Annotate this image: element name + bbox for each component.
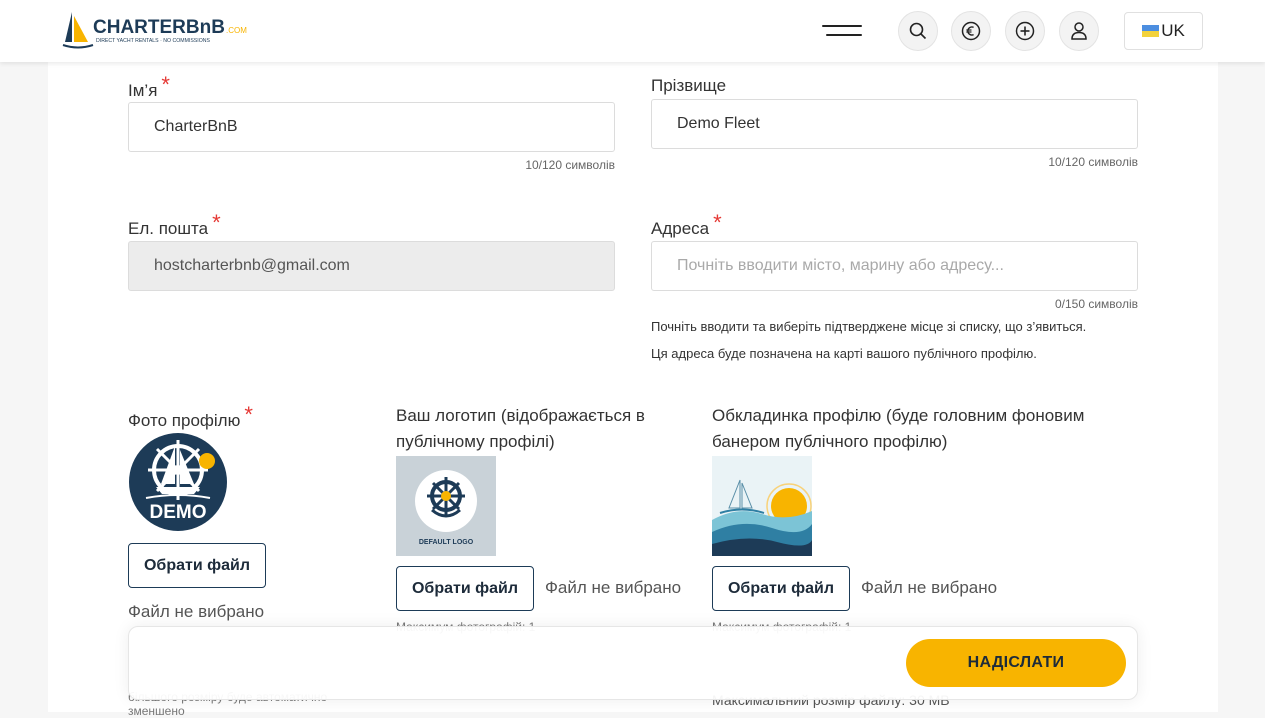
required-mark: * bbox=[713, 210, 722, 235]
cover-preview bbox=[712, 456, 812, 556]
address-label: Адреса * bbox=[651, 210, 722, 242]
add-button[interactable] bbox=[1005, 11, 1045, 51]
first-name-label: Ім’я * bbox=[128, 72, 170, 104]
profile-photo-choose-file-button[interactable]: Обрати файл bbox=[128, 543, 266, 588]
submit-button[interactable]: НАДІСЛАТИ bbox=[906, 639, 1126, 687]
address-hint-select: Почніть вводити та виберіть підтверджене… bbox=[651, 319, 1087, 334]
last-name-counter: 10/120 символів bbox=[1048, 155, 1138, 169]
profile-photo-size-hint-2: зменшено bbox=[128, 704, 185, 718]
euro-icon bbox=[961, 21, 981, 41]
logo-label: Ваш логотип (відображається в bbox=[396, 406, 645, 425]
search-icon bbox=[909, 22, 927, 40]
ukraine-flag-icon bbox=[1142, 25, 1160, 37]
email-label: Ел. пошта * bbox=[128, 210, 221, 242]
logo-choose-file-button[interactable]: Обрати файл bbox=[396, 566, 534, 611]
first-name-label-text: Ім’я bbox=[128, 81, 158, 100]
plus-icon bbox=[1015, 21, 1035, 41]
default-logo-text: DEFAULT LOGO bbox=[419, 539, 474, 546]
email-field[interactable]: hostcharterbnb@gmail.com bbox=[128, 241, 615, 291]
charterbnb-logo[interactable]: CHARTERBnB .COM DIRECT YACHT RENTALS · N… bbox=[62, 8, 252, 52]
logo-domain: .COM bbox=[226, 26, 247, 35]
first-name-value: CharterBnB bbox=[154, 118, 238, 135]
address-input[interactable]: Почніть вводити місто, марину або адресу… bbox=[651, 241, 1138, 291]
first-name-input[interactable]: CharterBnB bbox=[128, 102, 615, 152]
profile-photo-label-text: Фото профілю bbox=[128, 411, 241, 430]
cover-label: Обкладинка профілю (буде головним фонови… bbox=[712, 406, 1085, 425]
cover-choose-file-button[interactable]: Обрати файл bbox=[712, 566, 850, 611]
address-label-text: Адреса bbox=[651, 219, 710, 238]
logo-no-file: Файл не вибрано bbox=[545, 578, 682, 597]
email-value: hostcharterbnb@gmail.com bbox=[154, 257, 350, 274]
required-mark: * bbox=[161, 72, 170, 97]
cover-label-line2: банером публічного профілю) bbox=[712, 432, 948, 451]
last-name-value: Demo Fleet bbox=[677, 115, 760, 132]
required-mark: * bbox=[244, 402, 253, 427]
profile-photo-label: Фото профілю * bbox=[128, 402, 253, 434]
cover-no-file: Файл не вибрано bbox=[861, 578, 998, 597]
logo-text: CHARTERBnB bbox=[93, 17, 225, 38]
profile-photo-preview: DEMO bbox=[128, 432, 228, 532]
last-name-label: Прізвище bbox=[651, 76, 727, 95]
account-button[interactable] bbox=[1059, 11, 1099, 51]
language-selector[interactable]: UK bbox=[1124, 12, 1203, 50]
currency-button[interactable] bbox=[951, 11, 991, 51]
address-hint-map: Ця адреса буде позначена на карті вашого… bbox=[651, 346, 1037, 361]
address-placeholder: Почніть вводити місто, марину або адресу… bbox=[677, 257, 1004, 274]
top-header: CHARTERBnB .COM DIRECT YACHT RENTALS · N… bbox=[0, 0, 1265, 62]
logo-preview: DEFAULT LOGO bbox=[396, 456, 496, 556]
user-icon bbox=[1071, 22, 1087, 40]
required-mark: * bbox=[212, 210, 221, 235]
menu-icon[interactable] bbox=[822, 22, 866, 40]
last-name-input[interactable]: Demo Fleet bbox=[651, 99, 1138, 149]
first-name-counter: 10/120 символів bbox=[525, 158, 615, 172]
address-counter: 0/150 символів bbox=[1054, 297, 1138, 311]
profile-photo-no-file: Файл не вибрано bbox=[128, 602, 265, 621]
logo-tagline: DIRECT YACHT RENTALS · NO COMMISSIONS bbox=[96, 38, 210, 44]
demo-image-text: DEMO bbox=[150, 502, 207, 523]
email-label-text: Ел. пошта bbox=[128, 219, 209, 238]
search-button[interactable] bbox=[898, 11, 938, 51]
language-label: UK bbox=[1161, 21, 1185, 40]
sticky-submit-bar: НАДІСЛАТИ bbox=[128, 626, 1138, 700]
logo-label-line2: публічному профілі) bbox=[396, 432, 555, 451]
